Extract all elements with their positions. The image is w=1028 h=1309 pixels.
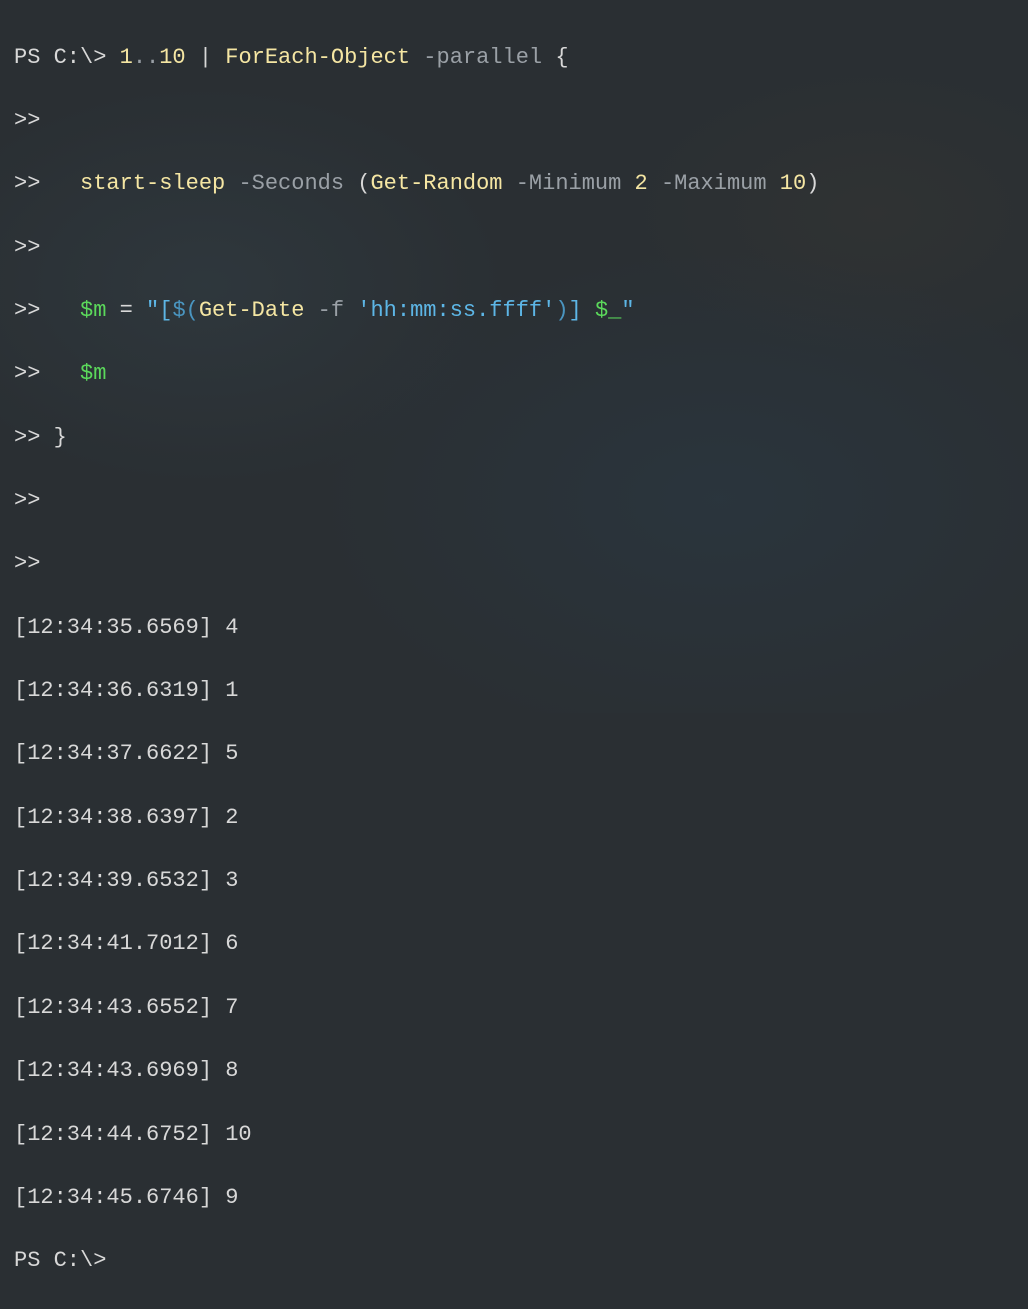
output-line: [12:34:43.6552] 7	[14, 992, 1014, 1024]
sleep-cmdlet: start-sleep	[80, 171, 225, 196]
close-brace: }	[54, 425, 67, 450]
foreach-cmdlet: ForEach-Object	[225, 45, 410, 70]
ps-prompt: PS C:\>	[14, 45, 120, 70]
output-line: [12:34:45.6746] 9	[14, 1182, 1014, 1214]
final-prompt-line[interactable]: PS C:\>	[14, 1245, 1014, 1277]
continuation-prompt: >>	[14, 425, 40, 450]
continuation-line: >>	[14, 548, 1014, 580]
command-line-4: >> $m	[14, 358, 1014, 390]
format-string: 'hh:mm:ss.ffff'	[357, 298, 555, 323]
output-line: [12:34:35.6569] 4	[14, 612, 1014, 644]
terminal-output[interactable]: PS C:\> 1..10 | ForEach-Object -parallel…	[14, 10, 1014, 1309]
seconds-param: -Seconds	[225, 171, 357, 196]
minimum-param: -Minimum	[503, 171, 635, 196]
continuation-prompt: >>	[14, 361, 40, 386]
output-line: [12:34:43.6969] 8	[14, 1055, 1014, 1087]
max-value: 10	[780, 171, 806, 196]
continuation-prompt: >>	[14, 108, 40, 133]
output-line: [12:34:38.6397] 2	[14, 802, 1014, 834]
output-line: [12:34:37.6622] 5	[14, 738, 1014, 770]
output-line: [12:34:39.6532] 3	[14, 865, 1014, 897]
assignment: =	[106, 298, 146, 323]
pipe-operator: |	[186, 45, 226, 70]
output-line: [12:34:36.6319] 1	[14, 675, 1014, 707]
pipeline-item-var: $_	[595, 298, 621, 323]
output-line: [12:34:44.6752] 10	[14, 1119, 1014, 1151]
maximum-param: -Maximum	[648, 171, 780, 196]
command-line-3: >> $m = "[$(Get-Date -f 'hh:mm:ss.ffff')…	[14, 295, 1014, 327]
continuation-line: >>	[14, 485, 1014, 517]
format-param: -f	[304, 298, 357, 323]
range-start: 1	[120, 45, 133, 70]
getdate-cmdlet: Get-Date	[199, 298, 305, 323]
min-value: 2	[635, 171, 648, 196]
range-end: 10	[159, 45, 185, 70]
subexpression-open: $(	[172, 298, 198, 323]
ps-prompt: PS C:\>	[14, 1248, 106, 1273]
output-line: [12:34:41.7012] 6	[14, 928, 1014, 960]
continuation-prompt: >>	[14, 551, 40, 576]
string-open: "[	[146, 298, 172, 323]
open-paren: (	[357, 171, 370, 196]
close-paren: )	[806, 171, 819, 196]
string-close: "	[621, 298, 634, 323]
parallel-param: -parallel	[410, 45, 555, 70]
subexpression-close: )	[555, 298, 568, 323]
string-mid: ]	[569, 298, 595, 323]
getrandom-cmdlet: Get-Random	[370, 171, 502, 196]
continuation-line: >>	[14, 232, 1014, 264]
variable-m: $m	[80, 298, 106, 323]
continuation-prompt: >>	[14, 488, 40, 513]
command-line-2: >> start-sleep -Seconds (Get-Random -Min…	[14, 168, 1014, 200]
variable-m: $m	[80, 361, 106, 386]
continuation-prompt: >>	[14, 171, 40, 196]
continuation-prompt: >>	[14, 298, 40, 323]
command-line-1: PS C:\> 1..10 | ForEach-Object -parallel…	[14, 42, 1014, 74]
range-operator: ..	[133, 45, 159, 70]
open-brace: {	[555, 45, 568, 70]
continuation-line: >>	[14, 105, 1014, 137]
command-line-5: >> }	[14, 422, 1014, 454]
continuation-prompt: >>	[14, 235, 40, 260]
